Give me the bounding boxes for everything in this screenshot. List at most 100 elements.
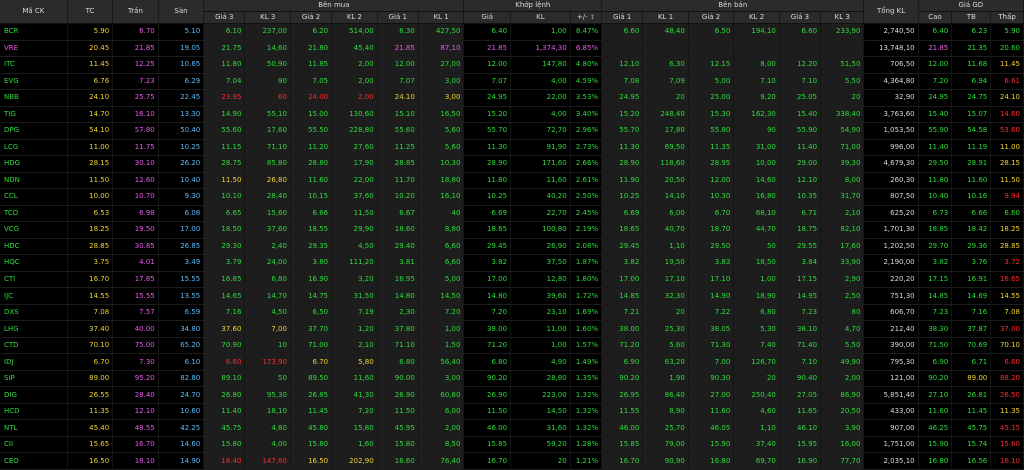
table-row[interactable]: BCR 5.90 6.70 5.10 6.10 237,00 6.20 514,00 6.30 4… (0, 23, 1024, 41)
col-low[interactable]: Thấp (990, 11, 1024, 24)
symbol-cell[interactable]: DXS (0, 304, 68, 322)
bid-price-1-cell: 21.85 (377, 40, 419, 58)
symbol-cell[interactable]: HQC (0, 254, 68, 272)
table-row[interactable]: HDG 28.15 30.10 26.20 28.75 85,80 28.80 17,90 28… (0, 155, 1024, 173)
symbol-cell[interactable]: ITC (0, 56, 68, 74)
table-row[interactable]: CTD 70.10 75.00 65.20 70.90 10 71.00 2,10 71.10 1… (0, 337, 1024, 355)
table-row[interactable]: TIG 14.70 16.10 13.30 14.90 55,10 15.00 130,60 1… (0, 106, 1024, 124)
symbol-cell[interactable]: LCG (0, 139, 68, 157)
table-row[interactable]: EVG 6.76 7.23 6.29 7.04 90 7.05 2,00 7.07 3,00 7.0… (0, 73, 1024, 91)
table-row[interactable]: HQC 3.75 4.01 3.49 3.79 24,00 3.80 111,20 3.81 6,… (0, 254, 1024, 272)
bid-price-3-cell: 16.40 (203, 452, 246, 470)
ceil-price-cell: 11.75 (112, 139, 159, 157)
col-bid-price-2[interactable]: Giá 2 (290, 11, 333, 24)
symbol-cell[interactable]: EVG (0, 73, 68, 91)
symbol-cell[interactable]: LHG (0, 320, 68, 338)
col-avg[interactable]: TB (951, 11, 992, 24)
col-bid-price-1[interactable]: Giá 1 (377, 11, 419, 24)
symbol-cell[interactable]: NTL (0, 419, 68, 437)
table-row[interactable]: SIP 89.00 95.20 82.80 89.10 50 89.50 11,60 90.00… (0, 370, 1024, 388)
col-change[interactable]: +/- ↕ (570, 11, 603, 24)
symbol-cell[interactable]: CTD (0, 337, 68, 355)
col-ask-vol-3[interactable]: KL 3 (820, 11, 865, 24)
symbol-cell[interactable]: CCL (0, 188, 68, 206)
col-match-price[interactable]: Giá (463, 11, 512, 24)
symbol-cell[interactable]: TCD (0, 205, 68, 223)
symbol-cell[interactable]: HDC (0, 238, 68, 256)
sort-icon[interactable]: ↕ (590, 15, 595, 21)
ask-vol-3-cell: 51,50 (820, 56, 865, 74)
symbol-cell[interactable]: VCG (0, 221, 68, 239)
col-bid-vol-2[interactable]: KL 2 (331, 11, 378, 24)
table-row[interactable]: LCG 11.00 11.75 10.25 11.15 71,10 11.20 27,60 11… (0, 139, 1024, 157)
col-bid-vol-1[interactable]: KL 1 (418, 11, 465, 24)
bid-vol-3-cell: 71,10 (244, 139, 291, 157)
symbol-cell[interactable]: DIG (0, 386, 68, 404)
symbol-cell[interactable]: NBB (0, 89, 68, 107)
table-row[interactable]: LHG 37.40 40.00 34.80 37.60 7,00 37.70 1,20 37.8… (0, 320, 1024, 338)
table-row[interactable]: HCD 11.35 12.10 10.60 11.40 18,10 11.45 7,20 11.… (0, 403, 1024, 421)
symbol-cell[interactable]: CII (0, 436, 68, 454)
table-row[interactable]: HDC 28.85 30.85 26.85 29.30 2,40 29.35 4,50 29.4… (0, 238, 1024, 256)
col-ask-price-1[interactable]: Giá 1 (601, 11, 644, 24)
ceil-price-cell: 15.55 (112, 287, 159, 305)
col-high[interactable]: Cao (918, 11, 953, 24)
table-row[interactable]: NDN 11.50 12.60 10.40 11.50 26,80 11.60 22,00 11… (0, 172, 1024, 190)
col-ask-price-3[interactable]: Giá 3 (779, 11, 822, 24)
ceil-price-cell: 17.85 (112, 271, 159, 289)
table-row[interactable]: DIG 26.55 28.40 24.70 26.80 95,30 26.85 41,30 26… (0, 386, 1024, 404)
floor-price-cell: 6.59 (158, 304, 205, 322)
table-row[interactable]: IDJ 6.70 7.30 6.10 6.60 173,90 6.70 5,80 6.80 56,… (0, 353, 1024, 371)
bid-price-3-cell: 11.40 (203, 403, 246, 421)
match-vol-cell: 147,80 (510, 56, 571, 74)
table-row[interactable]: CCL 10.00 10.70 9.30 10.10 28,40 10.15 37,60 10.… (0, 188, 1024, 206)
col-symbol-header[interactable]: Mã CK (0, 0, 68, 24)
table-row[interactable]: NBB 24.10 25.75 22.45 23.95 60 24.00 2,00 24.10 3… (0, 89, 1024, 107)
col-bid-vol-3[interactable]: KL 3 (244, 11, 291, 24)
col-ask-vol-2[interactable]: KL 2 (733, 11, 780, 24)
floor-price-cell: 19.05 (158, 40, 205, 58)
table-row[interactable]: VCG 18.25 19.50 17.00 18.50 37,60 18.55 29,90 18… (0, 221, 1024, 239)
low-cell: 14.55 (990, 287, 1024, 305)
symbol-cell[interactable]: CEO (0, 452, 68, 470)
table-row[interactable]: ITC 11.45 12.25 10.65 11.80 50,90 11.85 2,00 12.… (0, 56, 1024, 74)
col-ref-header[interactable]: TC (67, 0, 114, 24)
table-row[interactable]: VRE 20.45 21.85 19.05 21.75 14,60 21.80 45,40 21… (0, 40, 1024, 58)
symbol-cell[interactable]: NDN (0, 172, 68, 190)
col-floor-header[interactable]: Sàn (158, 0, 205, 24)
table-row[interactable]: CEO 16.50 18.10 14.90 16.40 147,60 16.50 202,90… (0, 452, 1024, 470)
match-price-cell: 10.25 (463, 188, 512, 206)
symbol-cell[interactable]: DPG (0, 122, 68, 140)
low-cell: 11.45 (990, 56, 1024, 74)
col-ask-vol-1[interactable]: KL 1 (642, 11, 689, 24)
col-match-vol[interactable]: KL (510, 11, 571, 24)
symbol-cell[interactable]: IJC (0, 287, 68, 305)
floor-price-cell: 14.90 (158, 452, 205, 470)
table-row[interactable]: TCD 6.53 6.98 6.08 6.65 15,60 6.66 11,50 6.67 40 6… (0, 205, 1024, 223)
col-ask-price-2[interactable]: Giá 2 (688, 11, 735, 24)
symbol-cell[interactable]: TIG (0, 106, 68, 124)
bid-price-2-cell: 6.20 (290, 23, 333, 41)
ask-vol-2-cell: 10,00 (733, 155, 780, 173)
avg-cell: 18.42 (951, 221, 992, 239)
symbol-cell[interactable]: SIP (0, 370, 68, 388)
symbol-cell[interactable]: BCR (0, 23, 68, 41)
table-row[interactable]: IJC 14.55 15.55 13.55 14.65 14,70 14.75 31,50 14… (0, 287, 1024, 305)
table-row[interactable]: DPG 54.10 57.80 50.40 55.60 17,60 55.50 228,80 5… (0, 122, 1024, 140)
symbol-cell[interactable]: HDG (0, 155, 68, 173)
change-cell: 1.57% (570, 337, 603, 355)
table-row[interactable]: CTI 16.70 17.85 15.55 16.85 6,80 16.90 3,20 16.9… (0, 271, 1024, 289)
table-row[interactable]: DXS 7.08 7.57 6.59 7.16 4,50 6,50 7.19 2,30 7.20 7… (0, 304, 1024, 322)
match-price-cell: 14.80 (463, 287, 512, 305)
col-total-vol-header[interactable]: Tổng KL (863, 0, 919, 24)
symbol-cell[interactable]: CTI (0, 271, 68, 289)
symbol-cell[interactable]: IDJ (0, 353, 68, 371)
table-row[interactable]: CII 15.65 16.70 14.60 15.80 4,00 15.80 1,60 15.8… (0, 436, 1024, 454)
symbol-cell[interactable]: VRE (0, 40, 68, 58)
ref-price-cell: 28.15 (67, 155, 114, 173)
ref-price-cell: 11.00 (67, 139, 114, 157)
col-bid-price-3[interactable]: Giá 3 (203, 11, 246, 24)
col-ceil-header[interactable]: Trần (112, 0, 159, 24)
symbol-cell[interactable]: HCD (0, 403, 68, 421)
table-row[interactable]: NTL 45.40 48.55 42.25 45.75 4,80 45.80 15,80 45.… (0, 419, 1024, 437)
